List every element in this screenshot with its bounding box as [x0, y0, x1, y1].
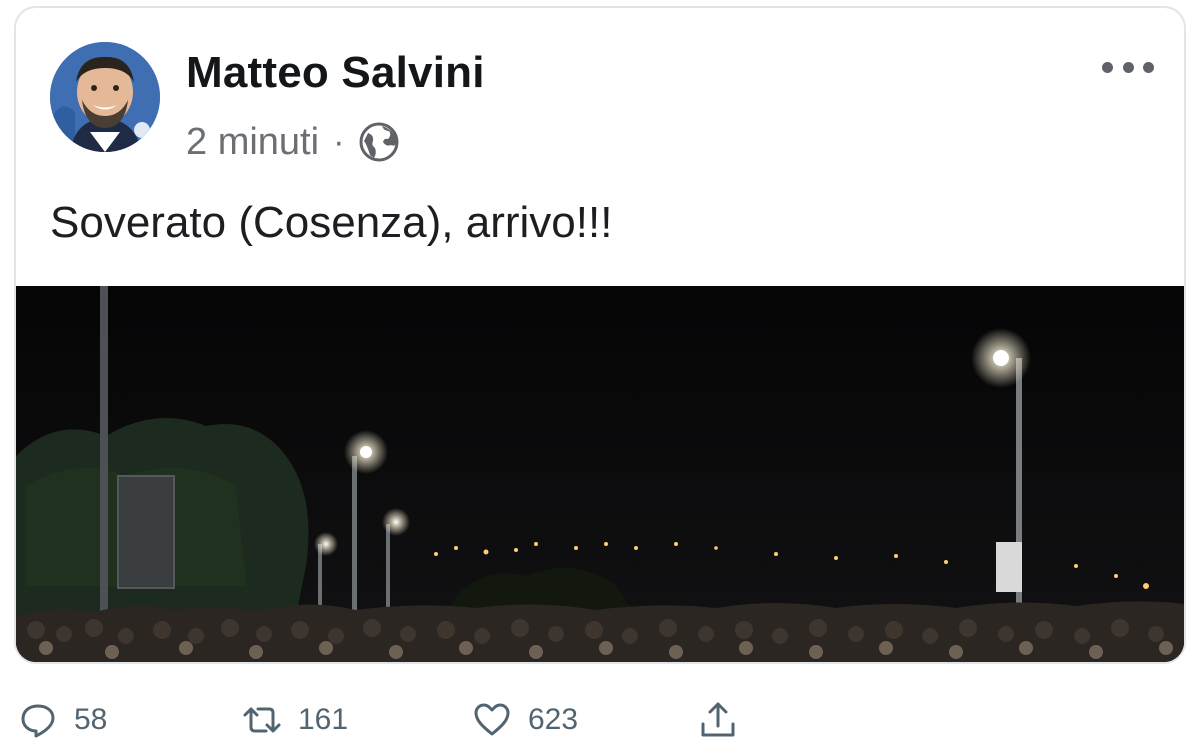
- avatar[interactable]: [50, 42, 160, 152]
- reply-button[interactable]: 58: [18, 694, 107, 746]
- like-button[interactable]: 623: [472, 694, 578, 746]
- globe-icon: [359, 122, 399, 162]
- retweet-count: 161: [298, 703, 349, 736]
- post-text: Soverato (Cosenza), arrivo!!!: [50, 198, 613, 247]
- reply-icon: [21, 704, 55, 738]
- post-time[interactable]: 2 minuti: [186, 121, 319, 164]
- post-card: Matteo Salvini 2 minuti · Soverato (Cose…: [14, 6, 1186, 664]
- more-options-icon[interactable]: [1102, 56, 1154, 78]
- share-button[interactable]: [698, 694, 738, 746]
- post-photo[interactable]: [16, 286, 1184, 662]
- tweet-actions: 58 161 623: [18, 694, 778, 746]
- night-crowd-photo: [16, 286, 1184, 662]
- share-icon: [701, 702, 735, 737]
- post-meta: 2 minuti ·: [186, 120, 400, 164]
- meta-separator: ·: [333, 122, 345, 161]
- author-name[interactable]: Matteo Salvini: [186, 48, 485, 98]
- heart-icon: [474, 703, 510, 736]
- retweet-icon: [243, 707, 281, 733]
- like-count: 623: [528, 703, 579, 736]
- reply-count: 58: [74, 703, 108, 736]
- retweet-button[interactable]: 161: [242, 694, 348, 746]
- avatar-image: [50, 42, 160, 152]
